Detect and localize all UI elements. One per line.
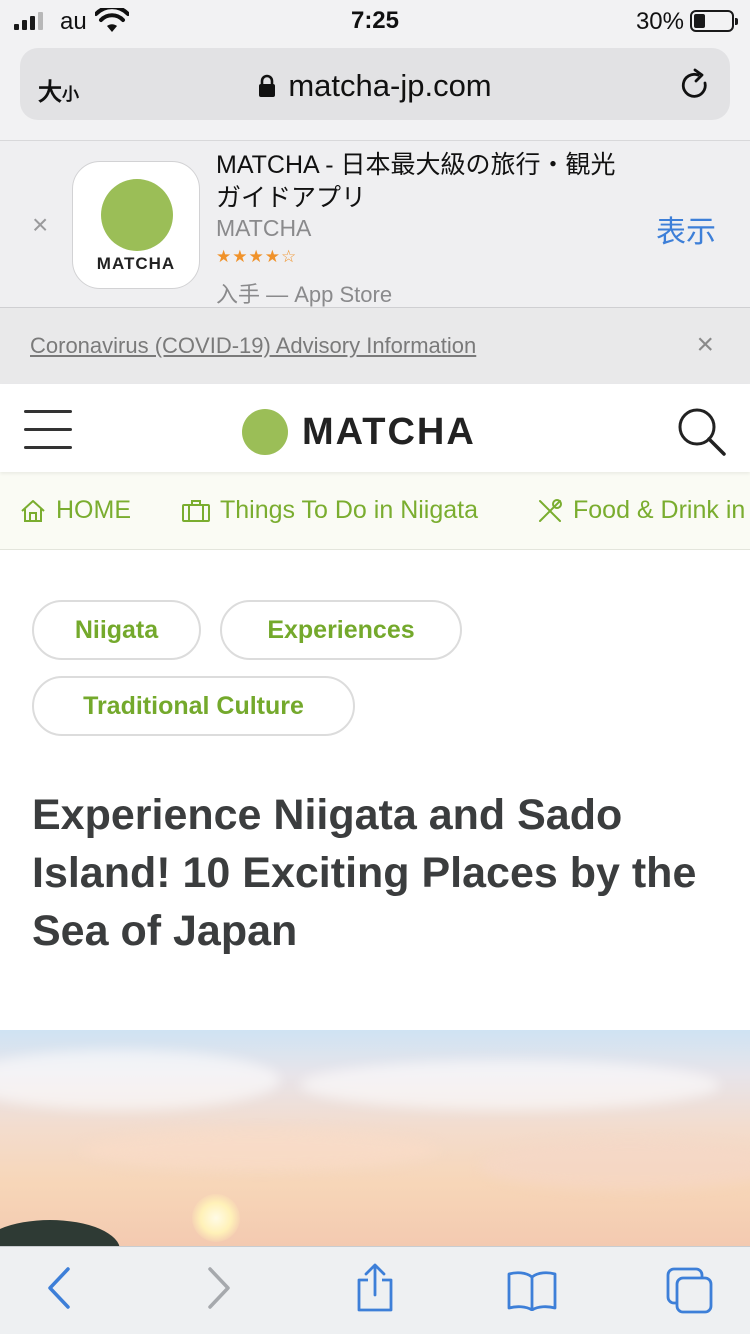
bookmarks-icon[interactable] — [506, 1269, 558, 1311]
reload-icon[interactable] — [678, 68, 712, 104]
battery-icon — [690, 10, 738, 32]
logo-dot — [101, 179, 173, 251]
lock-icon — [259, 74, 276, 97]
nav-item-label: Food & Drink in — [573, 496, 746, 524]
tag-traditional-culture[interactable]: Traditional Culture — [32, 676, 355, 736]
nav-item-home[interactable]: HOME — [20, 496, 131, 525]
back-icon[interactable] — [44, 1265, 74, 1311]
browser-toolbar — [0, 1246, 750, 1334]
search-icon[interactable] — [676, 406, 728, 458]
address-bar[interactable]: 大小 matcha-jp.com — [20, 48, 730, 120]
site-header: MATCHA — [0, 384, 750, 472]
category-nav: HOME Things To Do in Niigata Food & Drin… — [0, 472, 750, 550]
site-logo[interactable]: MATCHA — [242, 409, 476, 455]
view-app-button[interactable]: 表示 — [656, 207, 716, 251]
sun — [192, 1194, 240, 1242]
status-bar: au 7:25 30% — [0, 0, 750, 44]
app-icon[interactable]: MATCHA — [72, 161, 200, 289]
tag-experiences[interactable]: Experiences — [220, 600, 462, 660]
logo-text: MATCHA — [302, 410, 476, 453]
browser-chrome: 大小 matcha-jp.com — [0, 44, 750, 140]
suitcase-icon — [182, 499, 210, 522]
forward-icon[interactable] — [204, 1265, 234, 1311]
tag-niigata[interactable]: Niigata — [32, 600, 201, 660]
advisory-banner: Coronavirus (COVID-19) Advisory Informat… — [0, 308, 750, 384]
share-icon[interactable] — [355, 1263, 395, 1313]
smart-app-banner: × MATCHA MATCHA - 日本最大級の旅行・観光ガイドアプリ MATC… — [0, 140, 750, 308]
app-title: MATCHA - 日本最大級の旅行・観光ガイドアプリ — [216, 151, 616, 212]
article-title: Experience Niigata and Sado Island! 10 E… — [32, 791, 697, 955]
nav-item-food-drink[interactable]: Food & Drink in — [537, 496, 745, 525]
home-icon — [21, 499, 45, 522]
url-field[interactable]: matcha-jp.com — [20, 68, 730, 104]
rating-stars: ★★★★☆ — [216, 247, 298, 266]
hero-image — [0, 1030, 750, 1250]
close-icon[interactable]: × — [696, 330, 714, 360]
nav-item-label: HOME — [56, 496, 131, 524]
advisory-link[interactable]: Coronavirus (COVID-19) Advisory Informat… — [30, 333, 476, 359]
app-developer: MATCHA — [216, 215, 312, 241]
app-store-text: 入手 — App Store — [216, 282, 393, 307]
app-icon-label: MATCHA — [96, 254, 176, 273]
nav-item-things-to-do[interactable]: Things To Do in Niigata — [182, 496, 478, 525]
battery-percent: 30% — [635, 8, 684, 35]
close-icon[interactable]: × — [32, 211, 48, 239]
nav-item-label: Things To Do in Niigata — [220, 496, 479, 524]
url-text: matcha-jp.com — [288, 68, 492, 103]
logo-dot — [242, 409, 288, 455]
utensils-icon — [539, 498, 562, 522]
menu-icon[interactable] — [24, 408, 72, 449]
tabs-icon[interactable] — [666, 1267, 714, 1315]
